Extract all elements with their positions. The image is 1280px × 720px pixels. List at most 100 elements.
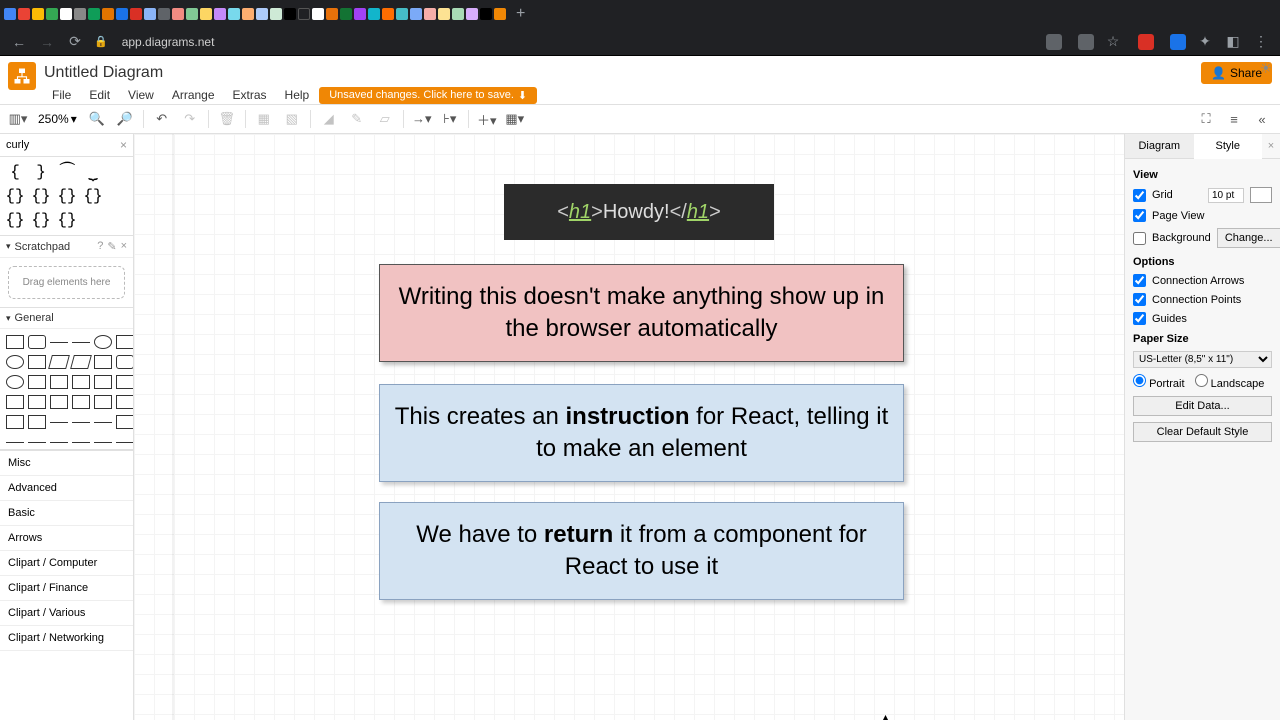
to-front-icon[interactable]: ▦ bbox=[252, 107, 276, 131]
shape-process[interactable] bbox=[28, 355, 46, 369]
shape-cylinder[interactable] bbox=[116, 355, 134, 369]
tab-favicon[interactable] bbox=[158, 8, 170, 20]
shape-diamond[interactable] bbox=[48, 355, 70, 369]
to-back-icon[interactable]: ▧ bbox=[280, 107, 304, 131]
shape-curly-right[interactable]: } bbox=[32, 163, 50, 181]
tab-favicon[interactable] bbox=[130, 8, 142, 20]
note-box-blue-2[interactable]: We have to return it from a component fo… bbox=[379, 502, 904, 600]
tab-favicon[interactable] bbox=[326, 8, 338, 20]
shape-card[interactable] bbox=[50, 395, 68, 409]
tab-favicon[interactable] bbox=[74, 8, 86, 20]
note-box-blue-1[interactable]: This creates an instruction for React, t… bbox=[379, 384, 904, 482]
shape-callout[interactable] bbox=[72, 395, 90, 409]
shape-brace[interactable]: ⏟ bbox=[84, 163, 102, 181]
note-box-pink[interactable]: Writing this doesn't make anything show … bbox=[379, 264, 904, 362]
unsaved-notice[interactable]: Unsaved changes. Click here to save. ⬇ bbox=[319, 87, 537, 104]
shape-databar[interactable] bbox=[28, 415, 46, 429]
zoom-select[interactable]: 250% ▾ bbox=[34, 112, 81, 126]
insert-icon[interactable]: ＋▾ bbox=[475, 107, 499, 131]
zoom-out-icon[interactable]: 🔎 bbox=[113, 107, 137, 131]
tab-favicon[interactable] bbox=[60, 8, 72, 20]
landscape-radio[interactable]: Landscape bbox=[1195, 374, 1265, 390]
menu-arrange[interactable]: Arrange bbox=[164, 86, 223, 104]
tab-favicon[interactable] bbox=[256, 8, 268, 20]
extension-icon[interactable] bbox=[1078, 34, 1094, 50]
papersize-select[interactable]: US-Letter (8,5" x 11") bbox=[1133, 351, 1272, 368]
undo-icon[interactable]: ↶ bbox=[150, 107, 174, 131]
shape-curve[interactable] bbox=[6, 442, 24, 443]
grid-size-input[interactable] bbox=[1208, 188, 1244, 203]
category-arrows[interactable]: Arrows bbox=[0, 526, 133, 551]
shape-cube[interactable] bbox=[72, 375, 90, 389]
tab-favicon[interactable] bbox=[214, 8, 226, 20]
extensions-puzzle-icon[interactable]: ✦ bbox=[1196, 33, 1214, 50]
collapse-right-icon[interactable]: « bbox=[1250, 107, 1274, 131]
extension-icon[interactable] bbox=[1138, 34, 1154, 50]
tab-favicon[interactable] bbox=[424, 8, 436, 20]
shape-dashed[interactable] bbox=[72, 422, 90, 423]
fullscreen-icon[interactable]: ⛶ bbox=[1194, 107, 1218, 131]
shape-list[interactable] bbox=[116, 415, 134, 429]
reload-button[interactable]: ⟳ bbox=[66, 33, 84, 50]
extension-icon[interactable] bbox=[1046, 34, 1062, 50]
tab-favicon[interactable] bbox=[18, 8, 30, 20]
table-icon[interactable]: ▦▾ bbox=[503, 107, 527, 131]
fill-color-icon[interactable]: ◢ bbox=[317, 107, 341, 131]
shape-textbox[interactable] bbox=[72, 342, 90, 343]
url-text[interactable]: app.diagrams.net bbox=[122, 35, 215, 49]
doc-title[interactable]: Untitled Diagram bbox=[44, 62, 1193, 84]
menu-help[interactable]: Help bbox=[277, 86, 318, 104]
tab-favicon[interactable] bbox=[466, 8, 478, 20]
shape-line[interactable] bbox=[50, 442, 68, 443]
shape-braces[interactable]: {} bbox=[58, 211, 76, 229]
tab-favicon[interactable] bbox=[396, 8, 408, 20]
shape-tape[interactable] bbox=[6, 395, 24, 409]
tab-favicon[interactable] bbox=[242, 8, 254, 20]
shape-link[interactable] bbox=[28, 442, 46, 443]
close-panel-icon[interactable]: × bbox=[1262, 134, 1280, 158]
tab-favicon[interactable] bbox=[102, 8, 114, 20]
shape-square[interactable] bbox=[116, 335, 134, 349]
tab-favicon[interactable] bbox=[46, 8, 58, 20]
line-color-icon[interactable]: ✎ bbox=[345, 107, 369, 131]
delete-icon[interactable]: 🗑 bbox=[215, 107, 239, 131]
clear-style-button[interactable]: Clear Default Style bbox=[1133, 422, 1272, 442]
scratchpad-header[interactable]: ▾ Scratchpad ?✎× bbox=[0, 236, 133, 258]
menu-file[interactable]: File bbox=[44, 86, 79, 104]
help-icon[interactable]: ? bbox=[97, 240, 103, 253]
category-clipart-networking[interactable]: Clipart / Networking bbox=[0, 626, 133, 651]
general-header[interactable]: ▾ General bbox=[0, 308, 133, 329]
menu-extras[interactable]: Extras bbox=[225, 86, 275, 104]
app-logo-icon[interactable] bbox=[8, 62, 36, 90]
shape-cloud[interactable] bbox=[6, 375, 24, 389]
tab-favicon[interactable] bbox=[494, 8, 506, 20]
tab-favicon[interactable] bbox=[452, 8, 464, 20]
zoom-in-icon[interactable]: 🔍 bbox=[85, 107, 109, 131]
category-clipart-finance[interactable]: Clipart / Finance bbox=[0, 576, 133, 601]
tab-favicon[interactable] bbox=[4, 8, 16, 20]
tab-favicon[interactable] bbox=[312, 8, 324, 20]
background-checkbox[interactable] bbox=[1133, 232, 1146, 245]
guides-checkbox[interactable] bbox=[1133, 312, 1146, 325]
tab-favicon[interactable] bbox=[382, 8, 394, 20]
shape-curly-left[interactable]: { bbox=[6, 163, 24, 181]
tab-favicon[interactable] bbox=[186, 8, 198, 20]
shape-line3[interactable] bbox=[94, 442, 112, 443]
shape-rounded[interactable] bbox=[28, 335, 46, 349]
shape-braces[interactable]: {} bbox=[84, 187, 102, 205]
portrait-radio[interactable]: Portrait bbox=[1133, 374, 1185, 390]
menu-view[interactable]: View bbox=[120, 86, 162, 104]
extension-icon[interactable] bbox=[1170, 34, 1186, 50]
conn-points-checkbox[interactable] bbox=[1133, 293, 1146, 306]
shape-braces[interactable]: {} bbox=[32, 187, 50, 205]
shape-ellipse[interactable] bbox=[94, 335, 112, 349]
star-icon[interactable]: ☆ bbox=[1104, 33, 1122, 50]
tab-favicon[interactable] bbox=[354, 8, 366, 20]
category-advanced[interactable]: Advanced bbox=[0, 476, 133, 501]
tab-favicon[interactable] bbox=[410, 8, 422, 20]
conn-arrows-checkbox[interactable] bbox=[1133, 274, 1146, 287]
shape-braces[interactable]: {} bbox=[6, 187, 24, 205]
tab-favicon[interactable] bbox=[116, 8, 128, 20]
tab-favicon[interactable] bbox=[298, 8, 310, 20]
shape-parallelogram[interactable] bbox=[70, 355, 92, 369]
